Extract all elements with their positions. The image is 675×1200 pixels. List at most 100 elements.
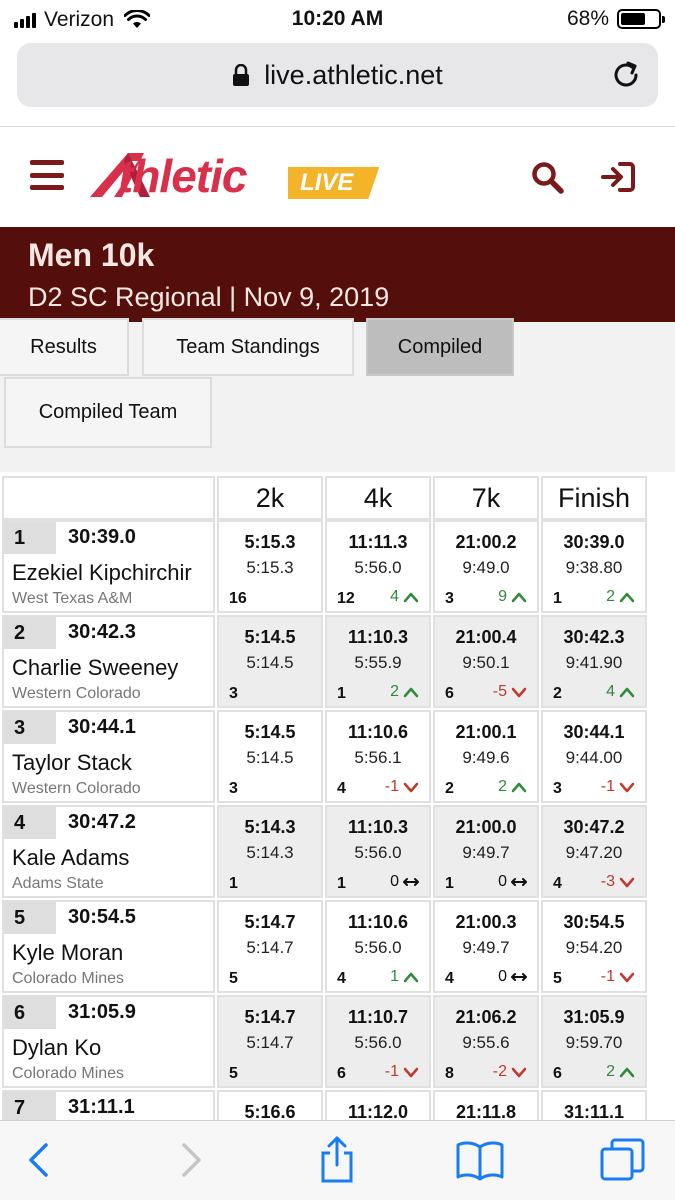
arrow-down-icon [403,1067,419,1078]
place-number: 2 [4,617,56,649]
athlete-name[interactable]: Kyle Moran [12,940,123,966]
cumulative-time: 5:14.7 [244,912,296,932]
athlete-cell[interactable]: 6 31:05.9 Dylan Ko Colorado Mines [2,995,215,1088]
arrow-up-icon [403,687,419,698]
table-row[interactable]: 2 30:42.3 Charlie Sweeney Western Colorado 5… [0,615,675,710]
table-row[interactable]: 7 31:11.1 5:16.6 11:12.0 21:11.8 31:11.1 [0,1090,675,1120]
athlete-cell[interactable]: 5 30:54.5 Kyle Moran Colorado Mines [2,900,215,993]
split-rank: 6 [553,1065,562,1082]
place-number: 5 [4,902,56,934]
position-change-value: 1 [390,968,399,985]
split-cell-7k: 21:00.1 9:49.6 2 2 [433,710,539,803]
position-change: -2 [493,1063,527,1081]
split-time: 5:56.0 [354,558,402,577]
split-time: 9:49.7 [462,938,510,957]
cumulative-time: 30:39.0 [563,532,625,552]
results-grid: 2k 4k 7k Finish 1 30:39.0 Ezekiel Kipchirc… [0,472,675,1120]
split-cell-finish: 31:05.9 9:59.70 6 2 [541,995,647,1088]
split-cell-2k: 5:14.7 5:14.7 5 [217,900,323,993]
tab-compiled-team[interactable]: Compiled Team [4,377,212,448]
arrow-up-icon [403,592,419,603]
arrow-up-icon [403,972,419,983]
position-change-value: 0 [498,968,507,985]
athlete-name[interactable]: Dylan Ko [12,1035,101,1061]
reload-icon[interactable] [610,59,642,91]
athlete-school[interactable]: Western Colorado [12,685,141,703]
split-rank: 8 [445,1065,454,1082]
split-cell-4k: 11:10.3 5:56.0 1 0 [325,805,431,898]
table-row[interactable]: 3 30:44.1 Taylor Stack Western Colorado 5:14… [0,710,675,805]
split-rank: 2 [445,780,454,797]
logo-text: thletic [118,150,247,202]
split-time: 5:14.3 [246,843,294,862]
finish-time: 30:54.5 [68,906,136,928]
split-time: 9:49.0 [462,558,510,577]
tab-team-standings[interactable]: Team Standings [142,318,354,376]
athletic-live-logo[interactable]: thletic LIVE [88,147,408,207]
split-cell-4k: 11:10.6 5:56.1 4 -1 [325,710,431,803]
battery-icon [617,9,665,29]
athlete-cell[interactable]: 4 30:47.2 Kale Adams Adams State [2,805,215,898]
split-time: 5:14.7 [246,938,294,957]
athlete-name[interactable]: Taylor Stack [12,750,132,776]
tab-results[interactable]: Results [0,318,129,376]
split-rank: 1 [229,875,238,892]
event-title: Men 10k [28,237,155,273]
position-change-value: 4 [390,588,399,605]
position-change-value: 0 [498,873,507,890]
split-time: 9:38.80 [565,558,623,577]
arrow-left-right-icon [403,878,419,886]
share-icon[interactable] [312,1135,362,1185]
split-cell-4k: 11:11.3 5:56.0 12 4 [325,520,431,613]
search-icon[interactable] [530,160,564,194]
position-change: 9 [498,588,527,606]
arrow-down-icon [619,972,635,983]
athlete-name[interactable]: Ezekiel Kipchirchir [12,560,192,586]
table-row[interactable]: 6 31:05.9 Dylan Ko Colorado Mines 5:14.7 5:14… [0,995,675,1090]
tabs-icon[interactable] [598,1135,648,1185]
split-cell-2k: 5:14.5 5:14.5 3 [217,615,323,708]
arrow-down-icon [619,877,635,888]
menu-icon[interactable] [30,160,64,190]
athlete-cell[interactable]: 2 30:42.3 Charlie Sweeney Western Colorado [2,615,215,708]
bookmarks-icon[interactable] [455,1135,505,1185]
battery-percent: 68% [566,7,609,30]
athlete-cell[interactable]: 3 30:44.1 Taylor Stack Western Colorado [2,710,215,803]
split-time: 9:41.90 [565,653,623,672]
athlete-cell[interactable]: 7 31:11.1 [2,1090,215,1120]
cumulative-time: 5:14.5 [244,627,296,647]
forward-icon[interactable] [166,1135,216,1185]
table-row[interactable]: 5 30:54.5 Kyle Moran Colorado Mines 5:14.7 5:… [0,900,675,995]
tab-compiled[interactable]: Compiled [366,318,514,376]
athlete-school[interactable]: West Texas A&M [12,590,132,608]
cumulative-time: 21:00.3 [455,912,517,932]
cumulative-time: 11:11.3 [348,532,408,552]
athlete-school[interactable]: Colorado Mines [12,1065,124,1083]
arrow-up-icon [511,782,527,793]
athlete-school[interactable]: Western Colorado [12,780,141,798]
athlete-school[interactable]: Colorado Mines [12,970,124,988]
split-rank: 4 [337,780,346,797]
split-cell-7k: 21:00.2 9:49.0 3 9 [433,520,539,613]
app-header: thletic LIVE [0,127,675,227]
address-bar[interactable]: live.athletic.net [17,43,658,107]
athlete-cell[interactable]: 1 30:39.0 Ezekiel Kipchirchir West Texas A&… [2,520,215,613]
athlete-school[interactable]: Adams State [12,875,104,893]
table-row[interactable]: 4 30:47.2 Kale Adams Adams State 5:14.3 5:14.… [0,805,675,900]
athlete-name[interactable]: Kale Adams [12,845,129,871]
arrow-left-right-icon [511,878,527,886]
position-change: 2 [390,683,419,701]
split-rank: 5 [229,1065,238,1082]
back-icon[interactable] [14,1135,64,1185]
cumulative-time: 5:14.3 [244,817,296,837]
split-rank: 3 [229,780,238,797]
column-header-4k: 4k [325,476,431,520]
position-change: 2 [498,778,527,796]
table-row[interactable]: 1 30:39.0 Ezekiel Kipchirchir West Texas A&… [0,520,675,615]
split-cell-7k: 21:00.4 9:50.1 6 -5 [433,615,539,708]
athlete-name[interactable]: Charlie Sweeney [12,655,178,681]
cumulative-time: 30:47.2 [563,817,625,837]
sign-in-icon[interactable] [600,160,636,194]
split-cell-4k: 11:10.3 5:55.9 1 2 [325,615,431,708]
split-rank: 1 [445,875,454,892]
